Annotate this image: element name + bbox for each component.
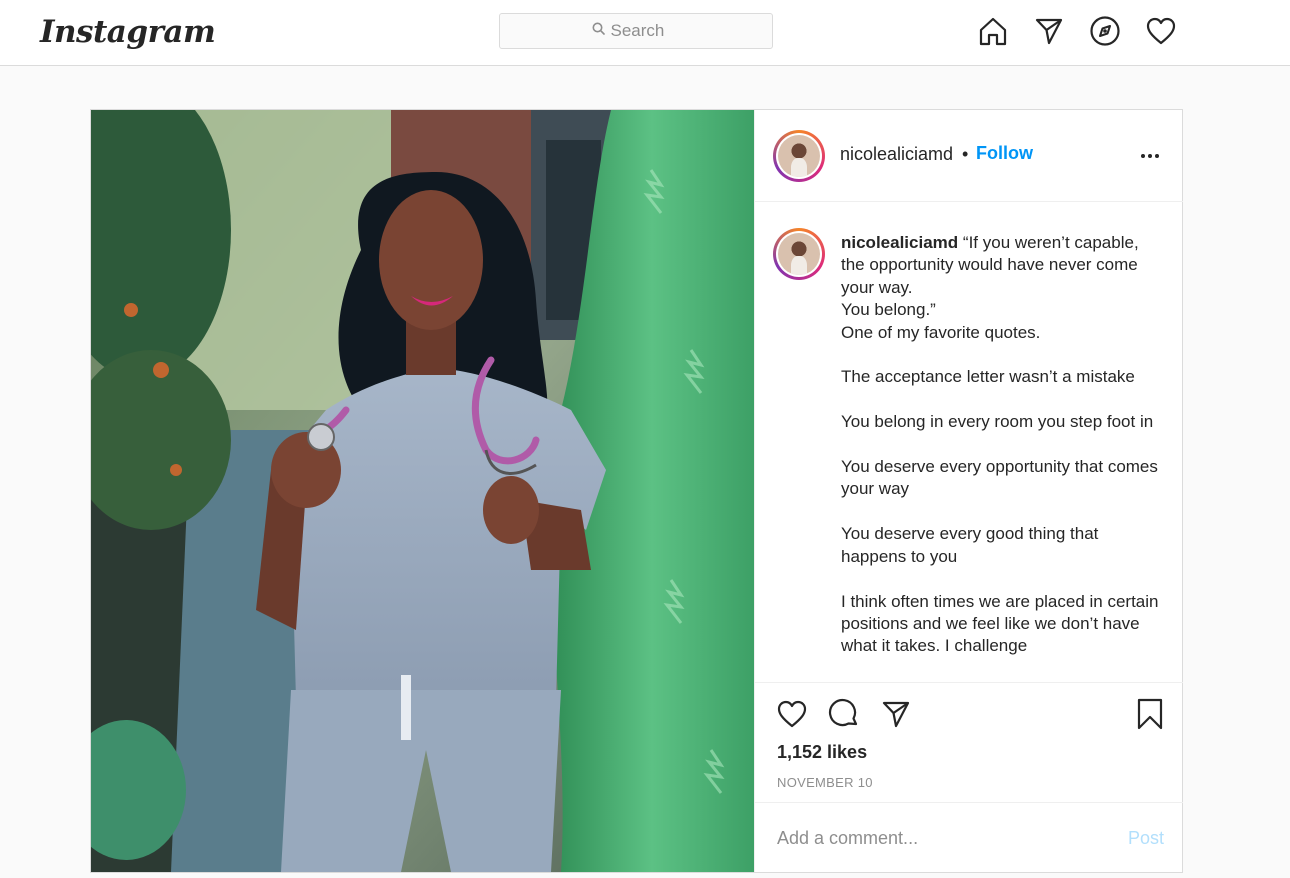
search-box[interactable] xyxy=(499,13,773,49)
comment-form: Post xyxy=(755,802,1183,872)
direct-icon[interactable] xyxy=(1032,14,1066,48)
home-icon[interactable] xyxy=(976,14,1010,48)
post-date: NOVEMBER 10 xyxy=(777,775,873,790)
share-icon[interactable] xyxy=(879,697,913,731)
post-header: nicolealiciamd • Follow xyxy=(755,110,1183,202)
post-caption: nicolealiciamd “If you weren’t capable, … xyxy=(841,232,1161,658)
header-separator: • xyxy=(962,144,969,164)
author-username[interactable]: nicolealiciamd xyxy=(840,144,953,165)
caption-username[interactable]: nicolealiciamd xyxy=(841,233,958,252)
post-photo[interactable] xyxy=(91,110,754,872)
more-options-icon[interactable] xyxy=(1141,148,1163,164)
post-comment-button[interactable]: Post xyxy=(1128,828,1164,849)
likes-count[interactable]: 1,152 likes xyxy=(777,742,867,763)
search-input[interactable] xyxy=(610,21,681,41)
caption-body: “If you weren’t capable, the opportunity… xyxy=(841,233,1159,656)
save-icon[interactable] xyxy=(1133,697,1167,731)
instagram-logo[interactable]: Instagram xyxy=(40,10,216,54)
post-actions: 1,152 likes NOVEMBER 10 xyxy=(755,682,1183,802)
author-avatar[interactable] xyxy=(773,130,825,182)
follow-button[interactable]: Follow xyxy=(976,143,1033,164)
explore-icon[interactable] xyxy=(1088,14,1122,48)
search-icon xyxy=(592,22,605,40)
like-icon[interactable] xyxy=(775,697,809,731)
top-navigation-bar: Instagram xyxy=(0,0,1290,66)
post-sidebar: nicolealiciamd • Follow nicolealiciamd “… xyxy=(754,110,1183,872)
activity-icon[interactable] xyxy=(1144,14,1178,48)
caption-area[interactable]: nicolealiciamd “If you weren’t capable, … xyxy=(755,203,1183,681)
post-card: nicolealiciamd • Follow nicolealiciamd “… xyxy=(90,109,1183,873)
caption-author-avatar[interactable] xyxy=(773,228,825,280)
comment-icon[interactable] xyxy=(827,697,861,731)
comment-input[interactable] xyxy=(777,825,1097,851)
